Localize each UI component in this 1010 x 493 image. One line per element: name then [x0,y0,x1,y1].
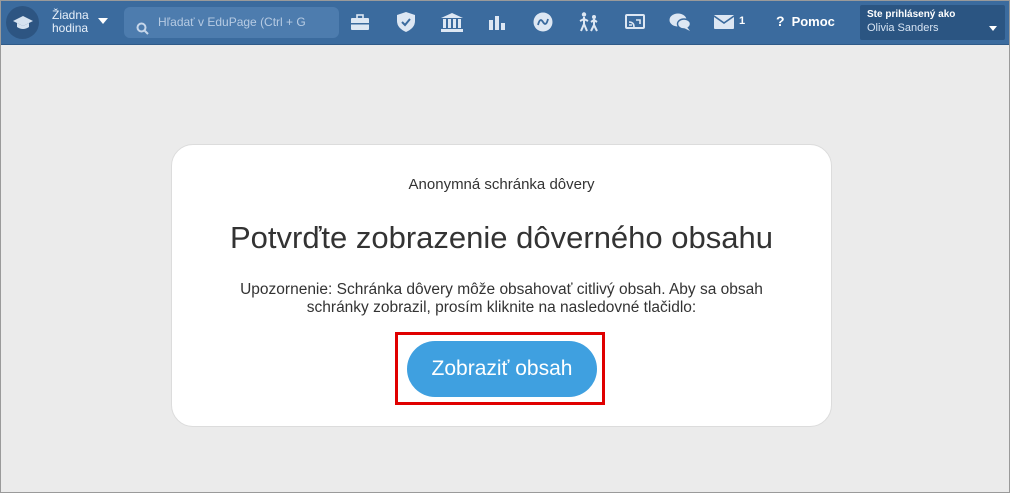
zodiac-icon[interactable] [532,11,554,33]
shield-check-icon[interactable] [395,11,417,33]
help-label: Pomoc [791,14,835,29]
cast-screen-icon[interactable] [624,11,646,33]
show-content-button[interactable]: Zobraziť obsah [407,341,597,397]
user-name: Olivia Sanders [867,22,939,34]
question-mark-icon: ? [776,13,785,29]
user-account-menu[interactable]: Ste prihlásený ako Olivia Sanders [860,5,1005,40]
app-window: Žiadna hodina Hľadať v EduPage (Ctrl + G [0,0,1010,493]
briefcase-icon[interactable] [349,11,371,33]
warning-text: Upozornenie: Schránka dôvery môže obsaho… [240,281,763,316]
current-hour-label: Žiadna hodina [52,8,89,35]
search-placeholder: Hľadať v EduPage (Ctrl + G [158,15,306,29]
search-input[interactable]: Hľadať v EduPage (Ctrl + G [124,7,339,38]
graduation-cap-icon[interactable] [6,6,39,39]
current-hour-selector[interactable]: Žiadna hodina [52,9,112,37]
logged-in-as-label: Ste prihlásený ako [867,9,956,20]
bank-icon[interactable] [441,11,463,33]
chevron-down-icon [989,26,997,31]
card-title: Potvrďte zobrazenie dôverného obsahu [230,220,773,255]
search-icon [136,16,149,38]
messages-count-badge: 1 [739,15,746,27]
envelope-icon[interactable] [713,11,735,33]
help-button[interactable]: ? Pomoc [776,13,835,29]
confirmation-card: Anonymná schránka dôvery Potvrďte zobraz… [171,144,832,427]
chat-bubbles-icon[interactable] [669,11,691,33]
top-navigation-bar: Žiadna hodina Hľadať v EduPage (Ctrl + G [1,1,1009,45]
chevron-down-icon [98,18,108,24]
bar-chart-icon[interactable] [486,11,508,33]
walking-kids-icon[interactable] [578,11,600,33]
card-subtitle: Anonymná schránka dôvery [408,176,595,193]
